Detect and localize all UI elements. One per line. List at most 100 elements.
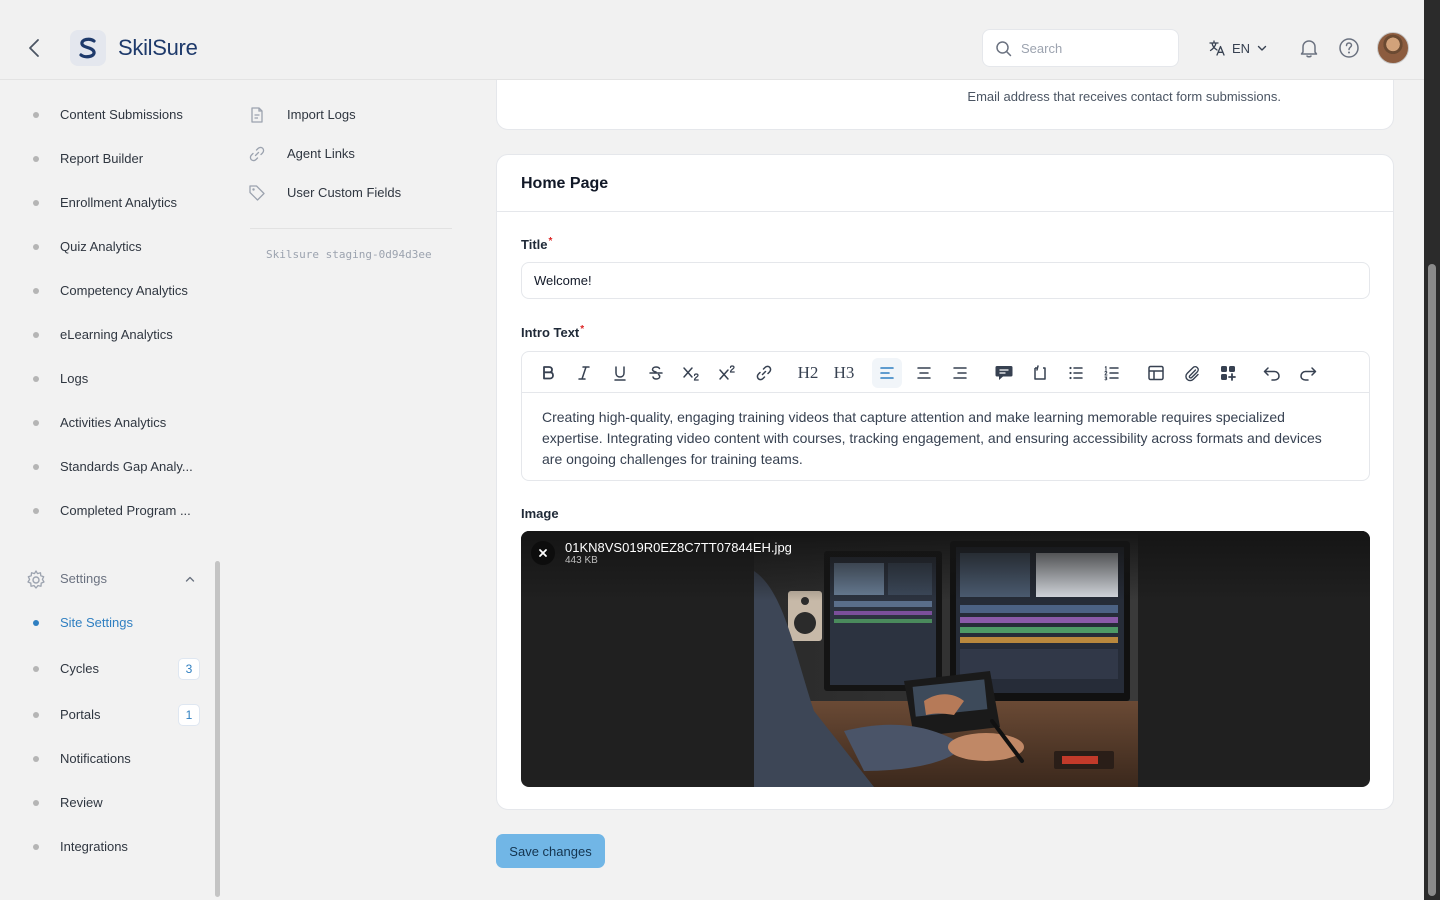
sidebar-item-label: Cycles	[60, 661, 100, 676]
sidebar-item-review[interactable]: Review	[0, 789, 210, 817]
top-bar: SkilSure EN	[0, 0, 1424, 80]
align-center-button[interactable]	[909, 358, 939, 388]
version-label: Skilsure staging-0d94d3ee	[266, 248, 432, 261]
superscript-button[interactable]	[713, 358, 743, 388]
align-center-icon	[917, 367, 931, 379]
intro-text-label: Intro Text*	[521, 324, 584, 340]
bullet-dot	[33, 156, 39, 162]
bell-icon	[1300, 40, 1318, 58]
heading-2-button[interactable]: H2	[793, 358, 823, 388]
title-input[interactable]	[521, 262, 1370, 299]
subnav-item-agent-links[interactable]: Agent Links	[248, 140, 448, 168]
sidebar-item-label: Competency Analytics	[60, 283, 188, 298]
sidebar-item-competency-analytics[interactable]: Competency Analytics	[0, 277, 210, 305]
sidebar-item-logs[interactable]: Logs	[0, 365, 210, 393]
image-upload-preview[interactable]: 01KN8VS019R0EZ8C7TT07844EH.jpg 443 KB	[521, 531, 1370, 787]
sidebar-item-label: Quiz Analytics	[60, 239, 142, 254]
bullet-dot	[33, 800, 39, 806]
bullet-dot	[33, 200, 39, 206]
attach-button[interactable]	[1177, 358, 1207, 388]
chevron-left-icon	[29, 39, 39, 57]
intro-text-label-text: Intro Text	[521, 325, 580, 340]
bold-button[interactable]	[533, 358, 563, 388]
subnav-item-label: Agent Links	[287, 146, 355, 161]
sidebar-item-cycles[interactable]: Cycles 3	[0, 655, 210, 683]
language-code: EN	[1232, 40, 1251, 56]
link-icon	[249, 146, 265, 162]
language-selector[interactable]: EN	[1208, 37, 1268, 59]
ordered-list-button[interactable]	[1097, 358, 1127, 388]
sidebar-item-content-submissions[interactable]: Content Submissions	[0, 101, 210, 129]
editor-toolbar: H2 H3	[522, 352, 1369, 393]
quote-bubble-icon	[995, 366, 1013, 380]
sidebar-item-label: Standards Gap Analy...	[60, 459, 193, 474]
strikethrough-button[interactable]	[641, 358, 671, 388]
bullet-dot	[33, 508, 39, 514]
blockquote-button[interactable]	[989, 358, 1019, 388]
chevron-down-icon	[1257, 45, 1267, 51]
back-button[interactable]	[24, 36, 44, 60]
user-avatar[interactable]	[1377, 32, 1409, 64]
title-label: Title*	[521, 236, 552, 252]
redo-button[interactable]	[1293, 358, 1323, 388]
superscript-icon	[719, 365, 735, 380]
gear-icon	[27, 570, 45, 589]
sidebar-item-label: eLearning Analytics	[60, 327, 173, 342]
undo-icon	[1263, 367, 1280, 381]
save-changes-button[interactable]: Save changes	[496, 834, 605, 868]
subscript-button[interactable]	[677, 358, 707, 388]
bullet-dot	[33, 620, 39, 626]
sidebar-item-label: Notifications	[60, 751, 131, 766]
rich-text-editor[interactable]: H2 H3 Creating high-quality, engaging tr…	[521, 351, 1370, 481]
bullet-dot	[33, 244, 39, 250]
page-scrollbar-thumb[interactable]	[1428, 264, 1436, 896]
notifications-button[interactable]	[1298, 37, 1320, 62]
search-input[interactable]	[1021, 38, 1171, 58]
bullet-dot	[33, 332, 39, 338]
sidebar-item-completed-program[interactable]: Completed Program ...	[0, 497, 210, 525]
page-scrollbar[interactable]	[1424, 0, 1440, 900]
app-name[interactable]: SkilSure	[118, 35, 198, 61]
bullet-dot	[33, 844, 39, 850]
sidebar-item-notifications[interactable]: Notifications	[0, 745, 210, 773]
code-block-button[interactable]	[1025, 358, 1055, 388]
insert-block-button[interactable]	[1213, 358, 1243, 388]
subnav-item-user-custom-fields[interactable]: User Custom Fields	[248, 179, 448, 207]
intro-text-content[interactable]: Creating high-quality, engaging training…	[542, 407, 1342, 470]
title-label-text: Title	[521, 237, 548, 252]
sidebar-item-site-settings[interactable]: Site Settings	[0, 609, 210, 637]
sidebar-item-quiz-analytics[interactable]: Quiz Analytics	[0, 233, 210, 261]
heading-3-button[interactable]: H3	[829, 358, 859, 388]
help-button[interactable]	[1338, 37, 1360, 62]
align-left-button[interactable]	[872, 358, 902, 388]
settings-label: Settings	[60, 571, 107, 586]
sidebar-item-label: Enrollment Analytics	[60, 195, 178, 210]
sidebar-section-settings[interactable]: Settings	[0, 565, 210, 593]
ordered-list-icon	[1104, 366, 1119, 381]
search-box[interactable]	[982, 29, 1179, 67]
sidebar-item-elearning-analytics[interactable]: eLearning Analytics	[0, 321, 210, 349]
remove-image-button[interactable]	[531, 541, 555, 565]
italic-button[interactable]	[569, 358, 599, 388]
sidebar-scrollbar[interactable]	[215, 561, 220, 897]
sidebar-item-portals[interactable]: Portals 1	[0, 701, 210, 729]
subnav-item-label: User Custom Fields	[287, 185, 402, 200]
align-right-button[interactable]	[945, 358, 975, 388]
sidebar-item-integrations[interactable]: Integrations	[0, 833, 210, 861]
subnav-item-label: Import Logs	[287, 107, 356, 122]
app-logo-icon[interactable]	[70, 30, 106, 66]
sidebar-item-activities-analytics[interactable]: Activities Analytics	[0, 409, 210, 437]
table-button[interactable]	[1141, 358, 1171, 388]
sidebar-item-report-builder[interactable]: Report Builder	[0, 145, 210, 173]
link-button[interactable]	[749, 358, 779, 388]
bullet-dot	[33, 112, 39, 118]
bullet-dot	[33, 756, 39, 762]
sidebar-item-enrollment-analytics[interactable]: Enrollment Analytics	[0, 189, 210, 217]
bullet-list-button[interactable]	[1061, 358, 1091, 388]
subnav-item-import-logs[interactable]: Import Logs	[248, 101, 448, 129]
undo-button[interactable]	[1257, 358, 1287, 388]
sidebar-item-standards-gap-analysis[interactable]: Standards Gap Analy...	[0, 453, 210, 481]
underline-button[interactable]	[605, 358, 635, 388]
code-block-icon	[1034, 365, 1046, 380]
bold-icon	[543, 366, 554, 380]
